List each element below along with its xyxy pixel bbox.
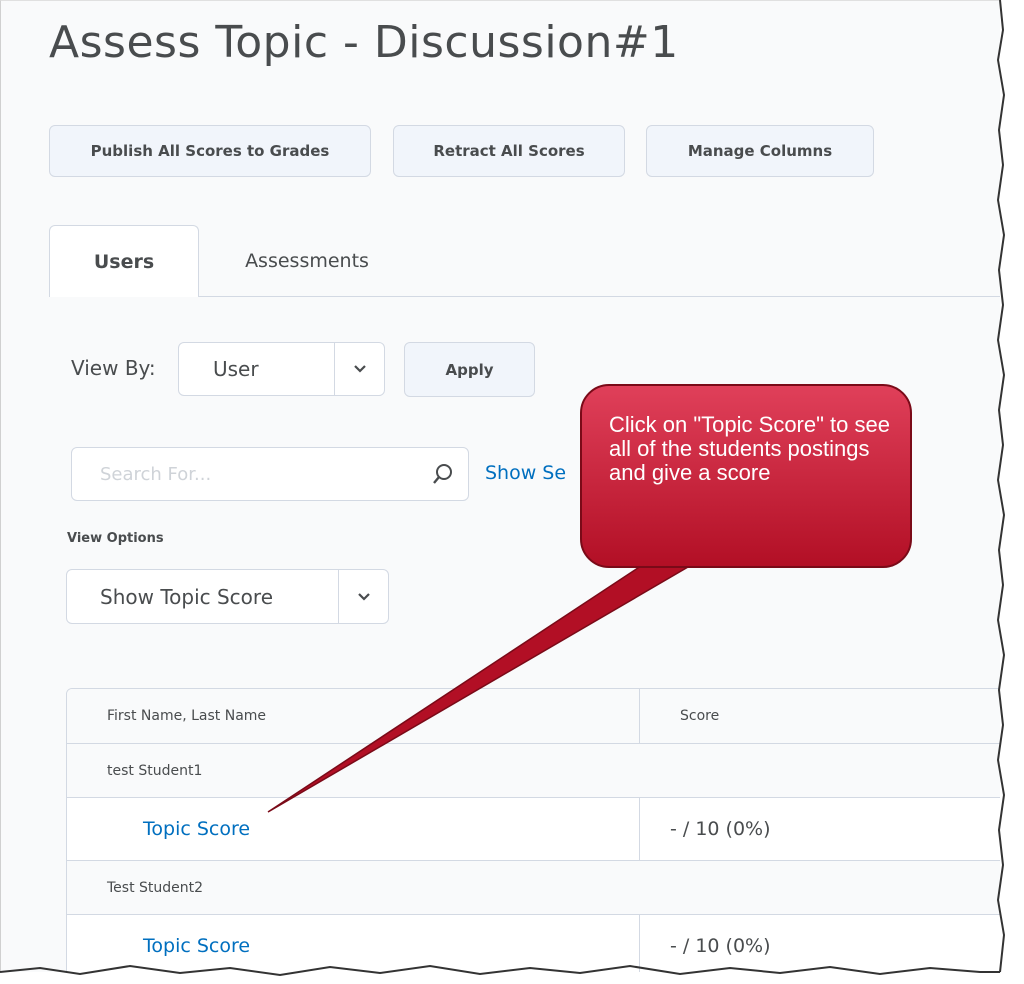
view-options-select[interactable]: Show Topic Score xyxy=(66,569,389,624)
score-value: - / 10 (0%) xyxy=(639,798,1000,860)
view-options-value: Show Topic Score xyxy=(100,584,273,609)
view-options-label: View Options xyxy=(67,531,164,546)
view-by-label: View By: xyxy=(71,356,156,380)
chevron-down-icon xyxy=(334,343,384,395)
topic-score-link[interactable]: Topic Score xyxy=(143,818,250,840)
student-name: test Student1 xyxy=(107,762,203,779)
search-box xyxy=(71,447,469,501)
callout-text: Click on "Topic Score" to see all of the… xyxy=(609,412,890,485)
tab-users[interactable]: Users xyxy=(49,225,199,297)
retract-all-scores-button[interactable]: Retract All Scores xyxy=(393,125,625,177)
page-title: Assess Topic - Discussion#1 xyxy=(49,17,679,68)
table-group-row: test Student1 xyxy=(67,744,1000,798)
chevron-down-icon xyxy=(338,570,388,623)
apply-button[interactable]: Apply xyxy=(404,342,535,397)
score-value: - / 10 (0%) xyxy=(639,915,1000,972)
column-header-name[interactable]: First Name, Last Name xyxy=(67,689,639,743)
manage-columns-button[interactable]: Manage Columns xyxy=(646,125,874,177)
tab-assessments[interactable]: Assessments xyxy=(207,225,407,297)
view-by-value: User xyxy=(213,357,259,381)
table-header: First Name, Last Name Score xyxy=(67,689,1000,744)
topic-score-link[interactable]: Topic Score xyxy=(143,935,250,957)
table-group-row: Test Student2 xyxy=(67,861,1000,915)
table-row: Topic Score - / 10 (0%) xyxy=(67,915,1000,972)
table-row: Topic Score - / 10 (0%) xyxy=(67,798,1000,861)
publish-all-scores-button[interactable]: Publish All Scores to Grades xyxy=(49,125,371,177)
search-input[interactable] xyxy=(72,462,418,486)
assess-topic-page: Assess Topic - Discussion#1 Publish All … xyxy=(0,0,1000,972)
student-name: Test Student2 xyxy=(107,879,204,896)
view-by-select[interactable]: User xyxy=(178,342,385,396)
scores-table: First Name, Last Name Score test Student… xyxy=(66,688,1000,972)
magnifier-icon[interactable] xyxy=(418,463,468,485)
show-search-options-link[interactable]: Show Se xyxy=(485,462,566,484)
column-header-score[interactable]: Score xyxy=(639,689,1000,743)
